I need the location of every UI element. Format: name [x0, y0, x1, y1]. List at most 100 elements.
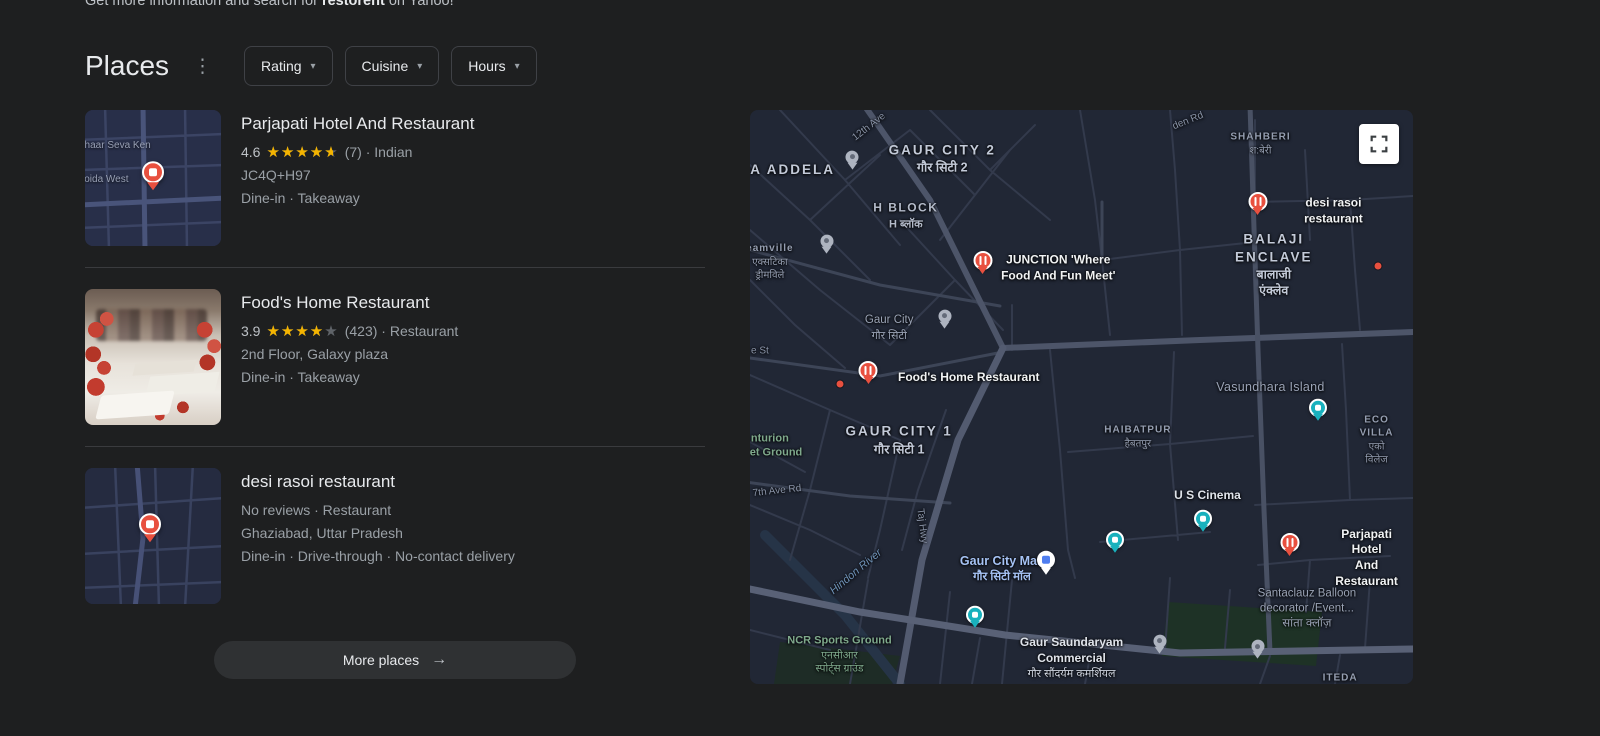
- map-label: Taj Hwy: [914, 508, 930, 545]
- thumbnail-label: Noida West: [85, 174, 129, 185]
- map-label: den Rd: [1170, 110, 1205, 133]
- listing-address: JC4Q+H97: [241, 167, 311, 183]
- listing-foods-home[interactable]: Food's Home Restaurant 3.9 ★★★★★ ★★★★★ (…: [85, 267, 705, 446]
- listing-rating-line: No reviews · Restaurant: [241, 502, 515, 518]
- map[interactable]: 12th Ave den Rd GAUR CITY 2 गौर सिटी 2 SHAHB…: [750, 110, 1413, 684]
- rating-value: 3.9: [241, 323, 261, 339]
- chevron-down-icon: ▾: [514, 60, 520, 72]
- arrow-right-icon: →: [431, 651, 448, 668]
- map-pin-gray[interactable]: [845, 150, 859, 164]
- map-pin-red[interactable]: [1248, 192, 1268, 212]
- listing-address: 2nd Floor, Galaxy plaza: [241, 346, 389, 362]
- listing-name[interactable]: desi rasoi restaurant: [241, 472, 515, 492]
- filter-rating-button[interactable]: Rating ▾: [244, 46, 333, 86]
- chevron-down-icon: ▾: [417, 60, 423, 72]
- filter-cuisine-button[interactable]: Cuisine ▾: [344, 46, 440, 86]
- map-pin-gray[interactable]: [1153, 634, 1167, 648]
- map-label: BALAJI ENCLAVE बालाजी एंक्लेव: [1235, 231, 1313, 299]
- map-label: Gaur City Mall गौर सिटी मॉल: [959, 554, 1044, 584]
- map-pin-teal[interactable]: [1193, 509, 1212, 528]
- listing-name[interactable]: Food's Home Restaurant: [241, 293, 458, 313]
- star-rating-icons: ★★★★★ ★★★★★: [266, 324, 338, 339]
- listing-services: Dine-in · Drive-through · No-contact del…: [241, 548, 515, 564]
- filter-rating-label: Rating: [261, 58, 302, 74]
- listing-map-thumbnail[interactable]: [85, 468, 221, 604]
- map-label: ITEDA: [1322, 672, 1358, 684]
- more-places-button[interactable]: More places →: [214, 641, 576, 679]
- listing-name[interactable]: Parjapati Hotel And Restaurant: [241, 114, 474, 134]
- listing-rating-line: 4.6 ★★★★★ ★★★★★ (7) · Indian: [241, 144, 474, 160]
- map-pin-dot: [1374, 262, 1382, 270]
- reviews-and-category: No reviews · Restaurant: [241, 502, 392, 518]
- rating-value: 4.6: [241, 144, 261, 160]
- map-pin-teal[interactable]: [1105, 531, 1124, 550]
- listing-services: Dine-in · Takeaway: [241, 190, 360, 206]
- map-label: SHAHBERI श:बेरी: [1230, 131, 1291, 157]
- map-label: Vasundhara Island: [1216, 379, 1325, 394]
- map-label: NCR Sports Ground एनसीआर स्पोर्ट्स ग्राउं…: [787, 635, 892, 675]
- top-note-query: restorent: [321, 0, 385, 9]
- map-label: H BLOCK H ब्लॉक: [873, 200, 939, 231]
- filter-hours-button[interactable]: Hours ▾: [451, 46, 537, 86]
- places-title: Places: [85, 50, 170, 81]
- top-note-suffix: on Yahoo!: [384, 0, 454, 9]
- map-label: 12th Ave: [850, 110, 888, 144]
- red-map-pin: [142, 160, 164, 183]
- map-pin-gray[interactable]: [1251, 640, 1265, 654]
- reviews-and-category: (423) · Restaurant: [344, 323, 459, 339]
- listing-desi-rasoi[interactable]: desi rasoi restaurant No reviews · Resta…: [85, 446, 705, 625]
- map-label: GAUR CITY 2 गौर सिटी 2: [888, 142, 996, 175]
- map-pin-gray[interactable]: [820, 234, 834, 248]
- listing-info: Parjapati Hotel And Restaurant 4.6 ★★★★★…: [241, 110, 474, 246]
- map-pin-red[interactable]: [858, 360, 878, 380]
- reviews-and-category: (7) · Indian: [344, 144, 413, 160]
- more-places-label: More places: [342, 652, 420, 668]
- top-note-prefix: Get more information and search for: [85, 0, 322, 9]
- map-pin-red[interactable]: [1280, 532, 1300, 552]
- map-label: U S Cinema: [1174, 487, 1241, 502]
- map-label: nturion cket Ground: [750, 432, 803, 459]
- map-label: Gaur City गौर सिटी: [864, 313, 914, 342]
- search-results-page: Get more information and search for rest…: [0, 0, 1600, 736]
- map-label: Hindon River: [827, 546, 885, 597]
- map-label: 7th Ave Rd: [751, 482, 802, 499]
- thumbnail-label: dhaar Seva Ken: [85, 140, 151, 151]
- map-label: Parjapati Hotel And Restaurant: [1335, 526, 1398, 588]
- map-label: Food's Home Restaurant: [898, 370, 1040, 385]
- map-label: GAUR CITY 1 गौर सिटी 1: [845, 423, 953, 457]
- stars-filled: ★★★★★: [266, 144, 333, 160]
- map-label: desi rasoi restaurant: [1304, 195, 1363, 226]
- map-pin-gray[interactable]: [938, 309, 952, 323]
- map-label: e St: [751, 345, 769, 357]
- map-pin-blue[interactable]: [1036, 550, 1055, 569]
- map-label: JUNCTION 'Where Food And Fun Meet': [1001, 252, 1116, 283]
- map-overlay: 12th Ave den Rd GAUR CITY 2 गौर सिटी 2 SHAHB…: [750, 110, 1413, 684]
- map-label: Gaur Saundaryam Commercial गौर सौंदर्यम क…: [1019, 634, 1124, 681]
- filter-hours-label: Hours: [468, 58, 506, 74]
- top-note: Get more information and search for rest…: [85, 0, 454, 9]
- map-label: eamville एक्सटिका ड्रीमविले: [750, 243, 794, 282]
- places-panel: Places ⋮ Rating ▾ Cuisine ▾ Hours ▾ dhaa…: [85, 44, 705, 679]
- listing-parjapati[interactable]: dhaar Seva Ken Noida West Parjapati Hote…: [85, 110, 705, 267]
- map-label: ECO VILLA एको विलेज: [1359, 414, 1394, 466]
- listing-address: Ghaziabad, Uttar Pradesh: [241, 525, 403, 541]
- stars-filled: ★★★★★: [266, 323, 323, 339]
- map-label: HAIBATPUR हैबतपुर: [1104, 424, 1172, 450]
- listing-map-thumbnail[interactable]: dhaar Seva Ken Noida West: [85, 110, 221, 246]
- more-options-icon[interactable]: ⋮: [187, 53, 218, 80]
- filter-chips: Rating ▾ Cuisine ▾ Hours ▾: [244, 46, 537, 86]
- map-label: IA ADDELA: [750, 162, 836, 178]
- map-label: Santaclauz Balloon decorator /Event... स…: [1257, 587, 1357, 630]
- red-map-pin: [139, 513, 162, 536]
- map-pin-red[interactable]: [973, 250, 993, 270]
- map-pin-teal[interactable]: [965, 605, 984, 624]
- fullscreen-button[interactable]: [1359, 124, 1399, 164]
- listing-photo-thumbnail[interactable]: [85, 289, 221, 425]
- map-pin-teal[interactable]: [1309, 399, 1328, 418]
- map-pin-dot: [836, 380, 844, 388]
- filter-cuisine-label: Cuisine: [361, 58, 409, 74]
- star-rating-icons: ★★★★★ ★★★★★: [266, 145, 338, 160]
- listing-info: desi rasoi restaurant No reviews · Resta…: [241, 468, 515, 604]
- places-header: Places ⋮ Rating ▾ Cuisine ▾ Hours ▾: [85, 44, 705, 88]
- places-listings: dhaar Seva Ken Noida West Parjapati Hote…: [85, 110, 705, 625]
